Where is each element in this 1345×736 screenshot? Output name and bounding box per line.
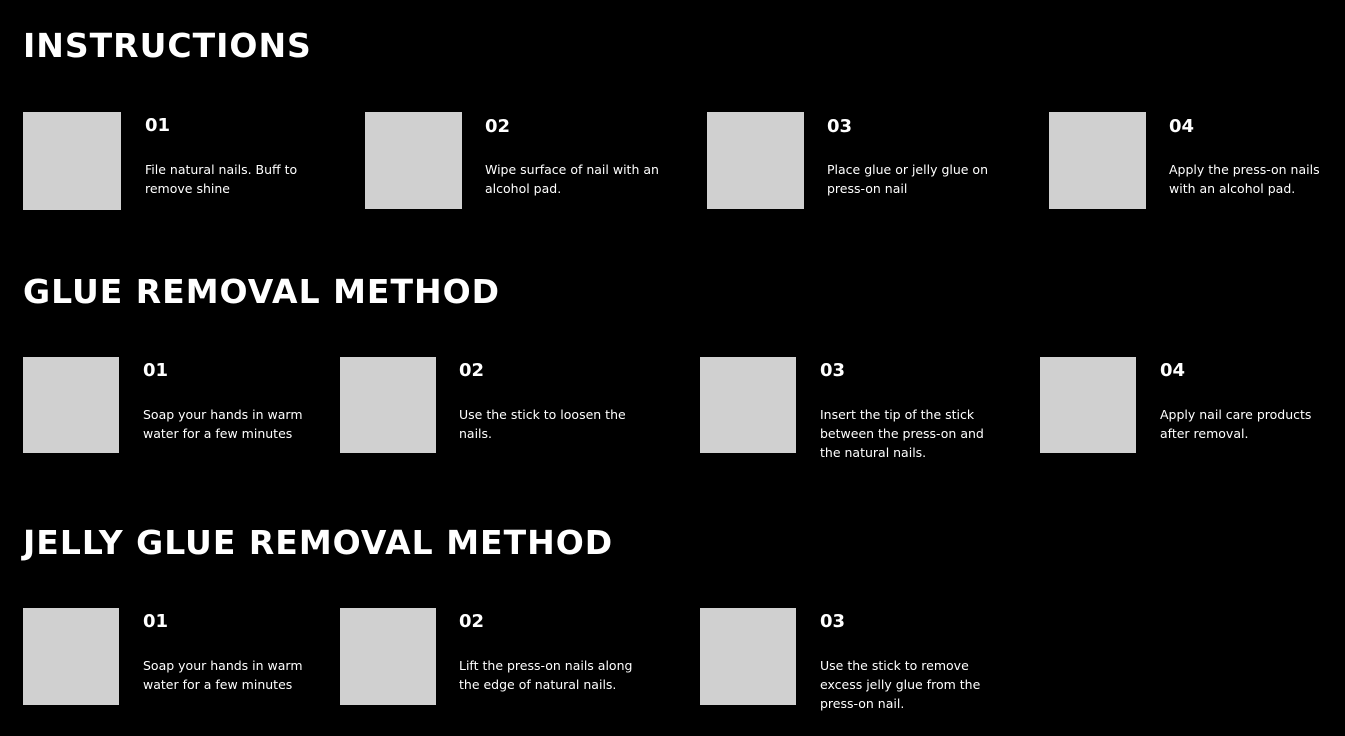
glue-removal-step-2: 02 Use the stick to loosen the nails.	[340, 357, 660, 467]
step-image-placeholder	[340, 608, 436, 705]
instruction-step-4: 04 Apply the press-on nails with an alco…	[1049, 112, 1339, 212]
jelly-glue-step-1: 01 Soap your hands in warm water for a f…	[23, 608, 323, 718]
step-description: Soap your hands in warm water for a few …	[143, 407, 303, 441]
step-image-placeholder	[700, 608, 796, 705]
step-number: 03	[820, 611, 846, 632]
step-description: Insert the tip of the stick between the …	[820, 407, 984, 460]
glue-removal-step-4: 04 Apply nail care products after remova…	[1040, 357, 1340, 467]
step-number: 01	[145, 115, 171, 136]
step-image-placeholder	[340, 357, 436, 453]
step-image-placeholder	[23, 112, 121, 210]
glue-removal-step-3: 03 Insert the tip of the stick between t…	[700, 357, 1020, 467]
step-description: File natural nails. Buff to remove shine	[145, 162, 298, 196]
step-number: 02	[459, 611, 485, 632]
jelly-glue-step-2: 02 Lift the press-on nails along the edg…	[340, 608, 660, 718]
jelly-glue-step-3: 03 Use the stick to remove excess jelly …	[700, 608, 1020, 718]
section-title-instructions: INSTRUCTIONS	[23, 26, 312, 65]
step-image-placeholder	[1049, 112, 1146, 209]
step-number: 01	[143, 360, 169, 381]
section-title-jelly-glue-removal: JELLY GLUE REMOVAL METHOD	[23, 523, 614, 562]
step-image-placeholder	[700, 357, 796, 453]
step-image-placeholder	[23, 608, 119, 705]
step-image-placeholder	[365, 112, 462, 209]
step-number: 03	[820, 360, 846, 381]
step-number: 01	[143, 611, 169, 632]
step-description: Use the stick to remove excess jelly glu…	[820, 658, 981, 711]
section-title-glue-removal: GLUE REMOVAL METHOD	[23, 272, 501, 311]
step-image-placeholder	[1040, 357, 1136, 453]
step-number: 02	[459, 360, 485, 381]
instruction-step-2: 02 Wipe surface of nail with an alcohol …	[365, 112, 685, 212]
instruction-step-3: 03 Place glue or jelly glue on press-on …	[707, 112, 1027, 212]
step-description: Wipe surface of nail with an alcohol pad…	[485, 162, 659, 196]
step-description: Place glue or jelly glue on press-on nai…	[827, 162, 989, 196]
step-description: Use the stick to loosen the nails.	[459, 407, 626, 441]
glue-removal-step-1: 01 Soap your hands in warm water for a f…	[23, 357, 323, 467]
step-number: 04	[1169, 116, 1195, 137]
step-number: 04	[1160, 360, 1186, 381]
step-image-placeholder	[23, 357, 119, 453]
step-description: Apply the press-on nails with an alcohol…	[1169, 162, 1320, 196]
step-description: Lift the press-on nails along the edge o…	[459, 658, 633, 692]
step-number: 03	[827, 116, 853, 137]
instruction-step-1: 01 File natural nails. Buff to remove sh…	[23, 112, 343, 212]
step-description: Soap your hands in warm water for a few …	[143, 658, 303, 692]
step-number: 02	[485, 116, 511, 137]
step-description: Apply nail care products after removal.	[1160, 407, 1312, 441]
step-image-placeholder	[707, 112, 804, 209]
